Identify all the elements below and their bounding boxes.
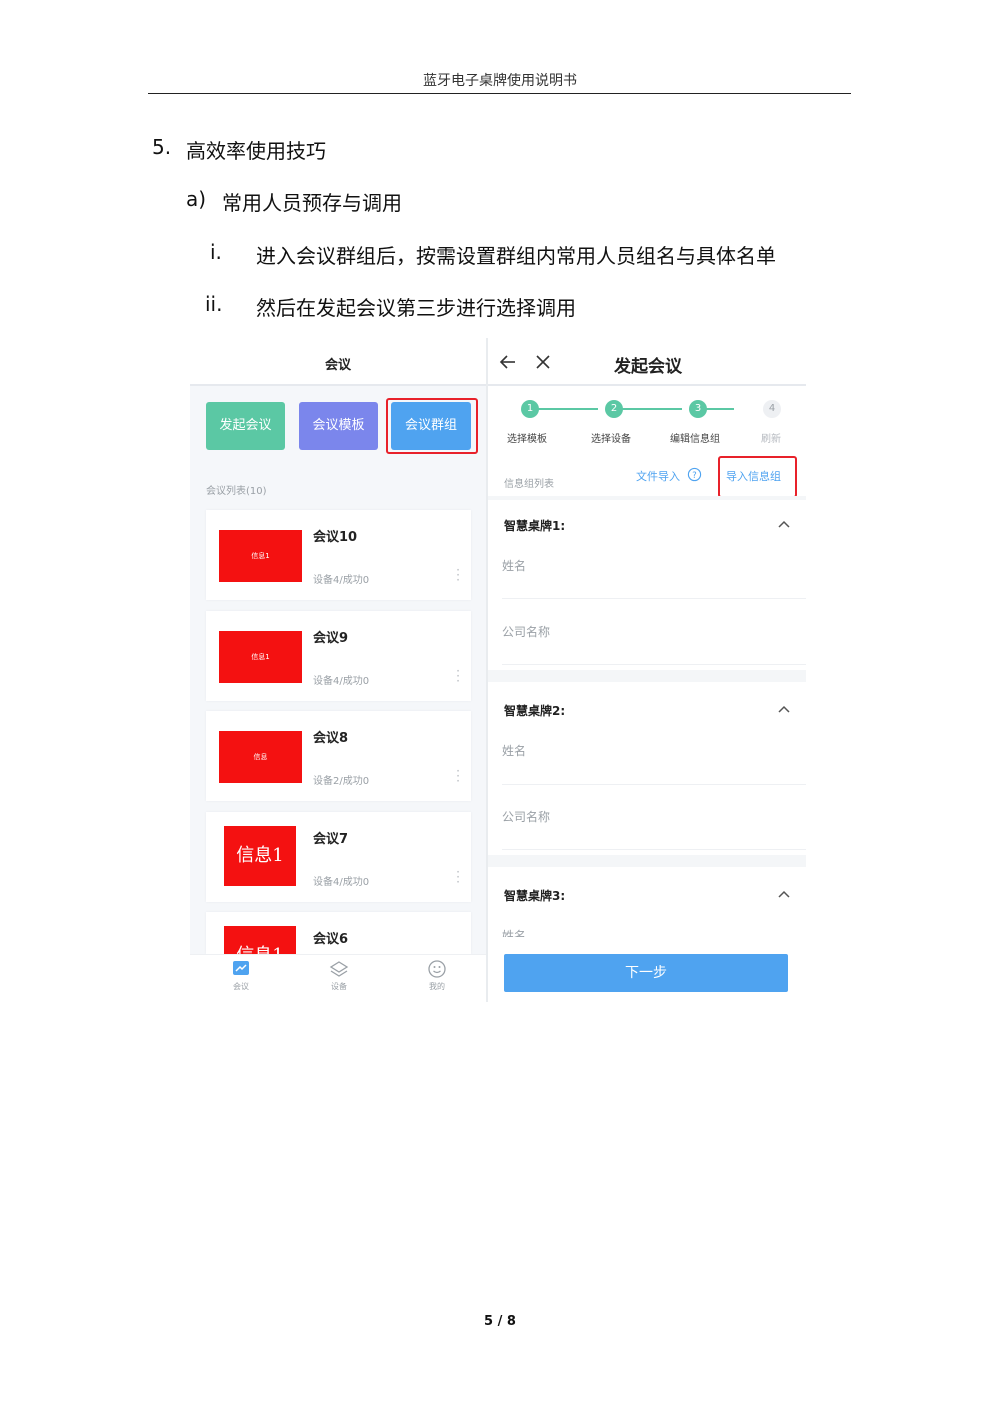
step-connector [622, 408, 682, 410]
meeting-status: 设备4/成功0 [313, 676, 370, 687]
page-header-title: 蓝牙电子桌牌使用说明书 [423, 73, 577, 89]
list-item[interactable]: 信息1 会议6 [206, 912, 471, 954]
name-field-label[interactable]: 姓名 [502, 742, 526, 759]
list-item[interactable]: 信息1 会议7 设备4/成功0 · · · [206, 812, 471, 902]
tab-device[interactable]: 设备 [319, 959, 359, 992]
meeting-list-label: 会议列表(10) [206, 486, 267, 497]
meeting-thumbnail: 信息1 [224, 826, 296, 886]
meeting-thumbnail: 信息1 [219, 631, 302, 683]
tab-label: 设备 [331, 982, 347, 991]
meeting-status: 设备2/成功0 [313, 776, 370, 787]
right-topbar: 发起会议 [488, 338, 806, 386]
more-icon[interactable]: · · · [456, 564, 460, 586]
tab-meeting[interactable]: 会议 [221, 959, 261, 992]
meeting-template-button[interactable]: 会议模板 [299, 402, 378, 450]
meeting-thumbnail: 信息 [219, 731, 302, 783]
step-3-dot: 3 [689, 400, 707, 418]
field-divider [502, 598, 806, 599]
info-group-list-label: 信息组列表 [504, 479, 554, 490]
help-icon[interactable]: ? [687, 467, 702, 482]
right-screen-title: 发起会议 [614, 357, 682, 377]
subsection-number: a) [186, 187, 207, 211]
chevron-up-icon[interactable] [776, 888, 792, 900]
section-title: 高效率使用技巧 [186, 139, 326, 163]
back-arrow-icon[interactable] [498, 352, 518, 372]
group-1-title: 智慧桌牌1: [504, 519, 566, 533]
page-number: 5 / 8 [484, 1314, 516, 1329]
field-divider [502, 784, 806, 785]
section-separator [488, 855, 806, 867]
highlight-box [718, 456, 797, 498]
chevron-up-icon[interactable] [776, 703, 792, 715]
tab-label: 我的 [429, 982, 445, 991]
layers-icon [329, 961, 349, 977]
left-topbar: 会议 [190, 338, 486, 386]
step-2-dot: 2 [605, 400, 623, 418]
meeting-title: 会议10 [313, 530, 358, 545]
close-icon[interactable] [534, 353, 552, 371]
section-separator [488, 496, 806, 500]
meeting-list-screen: 会议 发起会议 会议模板 会议群组 会议列表(10) 信息1 会议10 设备4/… [190, 338, 486, 1002]
step-1-label: 选择模板 [507, 434, 547, 445]
meeting-thumbnail: 信息1 [219, 530, 302, 582]
meeting-status: 设备4/成功0 [313, 575, 370, 586]
field-divider [502, 664, 806, 665]
step-2-number: ii. [205, 292, 223, 316]
start-meeting-button[interactable]: 发起会议 [206, 402, 285, 450]
list-item[interactable]: 信息1 会议9 设备4/成功0 · · · [206, 611, 471, 701]
list-item[interactable]: 信息1 会议10 设备4/成功0 · · · [206, 510, 471, 600]
step-1-number: i. [210, 240, 222, 264]
next-step-button[interactable]: 下一步 [504, 954, 788, 992]
field-divider [502, 849, 806, 850]
more-icon[interactable]: · · · [456, 765, 460, 787]
step-1-dot: 1 [521, 400, 539, 418]
more-icon[interactable]: · · · [456, 866, 460, 888]
smile-icon [428, 960, 446, 978]
meeting-title: 会议8 [313, 731, 349, 746]
step-connector [706, 408, 734, 410]
more-icon[interactable]: · · · [456, 665, 460, 687]
chevron-up-icon[interactable] [776, 518, 792, 530]
bottom-tab-bar: 会议 设备 我的 [190, 954, 486, 1002]
subsection-title: 常用人员预存与调用 [222, 191, 402, 215]
meeting-title: 会议7 [313, 832, 349, 847]
step-connector [538, 408, 598, 410]
chart-icon [233, 961, 249, 975]
highlight-box [386, 398, 478, 454]
step-2-label: 选择设备 [591, 434, 631, 445]
step-4-dot: 4 [763, 400, 781, 418]
left-screen-title: 会议 [324, 358, 351, 373]
name-field-label[interactable]: 姓名 [502, 557, 526, 574]
svg-text:?: ? [692, 470, 696, 480]
app-screenshot: 会议 发起会议 会议模板 会议群组 会议列表(10) 信息1 会议10 设备4/… [190, 338, 806, 1002]
start-meeting-screen: 发起会议 1 2 3 4 选择模板 选择设备 编辑信息组 刷新 信息组列表 文件… [488, 338, 806, 1002]
file-import-link[interactable]: 文件导入 [636, 468, 680, 484]
tab-label: 会议 [233, 982, 249, 991]
company-field-label[interactable]: 公司名称 [502, 623, 550, 640]
company-field-label[interactable]: 公司名称 [502, 808, 550, 825]
meeting-thumbnail: 信息1 [224, 926, 296, 954]
step-4-label: 刷新 [761, 434, 781, 445]
meeting-title: 会议6 [313, 932, 349, 947]
list-item[interactable]: 信息 会议8 设备2/成功0 · · · [206, 711, 471, 801]
section-number: 5. [152, 135, 172, 159]
meeting-title: 会议9 [313, 631, 349, 646]
step-2-text: 然后在发起会议第三步进行选择调用 [256, 296, 576, 320]
section-separator [488, 670, 806, 682]
header-rule [148, 93, 851, 94]
meeting-status: 设备4/成功0 [313, 877, 370, 888]
name-field-label[interactable]: 姓名 [502, 927, 526, 937]
step-1-text: 进入会议群组后，按需设置群组内常用人员组名与具体名单 [256, 244, 776, 268]
tab-mine[interactable]: 我的 [417, 959, 457, 992]
step-3-label: 编辑信息组 [670, 434, 720, 445]
group-3-title: 智慧桌牌3: [504, 889, 566, 903]
group-2-title: 智慧桌牌2: [504, 704, 566, 718]
